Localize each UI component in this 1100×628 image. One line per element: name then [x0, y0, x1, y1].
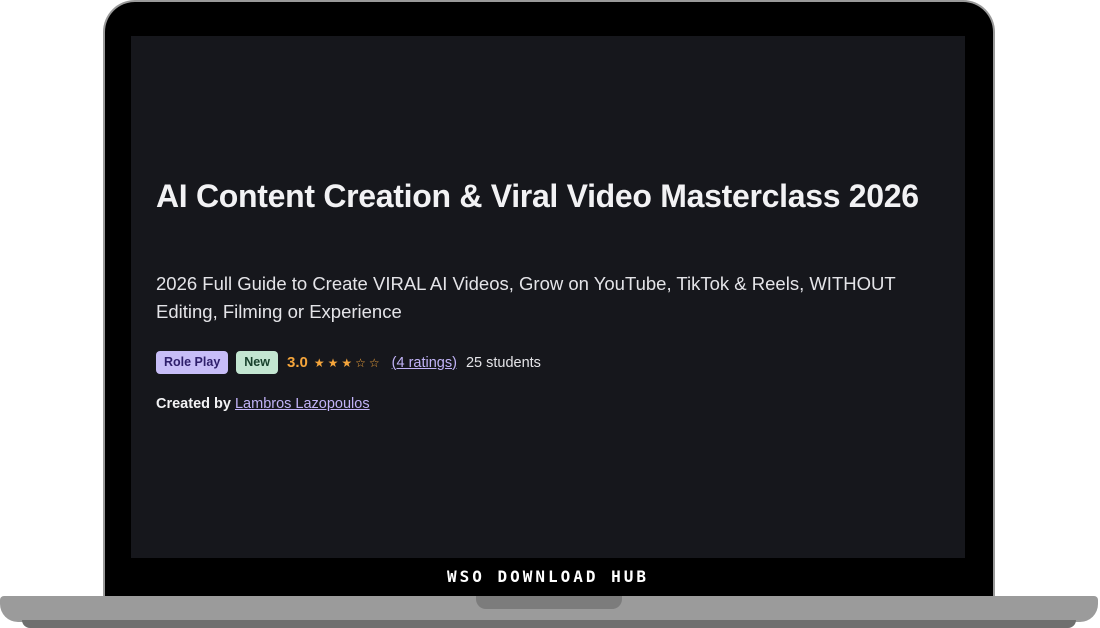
author-link[interactable]: Lambros Lazopoulos: [235, 396, 370, 412]
created-by-row: Created by Lambros Lazopoulos: [156, 396, 370, 412]
role-play-badge: Role Play: [156, 351, 229, 374]
star-empty-icon: ☆: [355, 355, 366, 370]
laptop-base-notch: [476, 596, 622, 609]
star-filled-icon: ★: [341, 355, 353, 370]
course-subtitle: 2026 Full Guide to Create VIRAL AI Video…: [156, 273, 896, 322]
students-count: 25 students: [465, 354, 541, 371]
mockup-stage: AI Content Creation & Viral Video Master…: [0, 0, 1100, 628]
watermark-text: WSO DOWNLOAD HUB: [446, 567, 650, 586]
rating-stars: ★ ★ ★ ☆ ☆: [314, 356, 383, 370]
course-title: AI Content Creation & Viral Video Master…: [156, 178, 919, 214]
new-badge: New: [236, 351, 278, 374]
star-filled-icon: ★: [313, 355, 325, 370]
course-meta-row: Role Play New 3.0 ★ ★ ★ ☆ ☆ (4 ratings) 25 s…: [156, 351, 541, 374]
star-filled-icon: ★: [327, 355, 339, 370]
created-by-label: Created by: [156, 396, 231, 412]
star-empty-icon: ☆: [368, 355, 380, 370]
course-screen: AI Content Creation & Viral Video Master…: [131, 36, 965, 558]
laptop-base-shadow: [22, 620, 1076, 628]
ratings-link[interactable]: (4 ratings): [392, 355, 457, 371]
rating-value: 3.0: [286, 354, 308, 371]
